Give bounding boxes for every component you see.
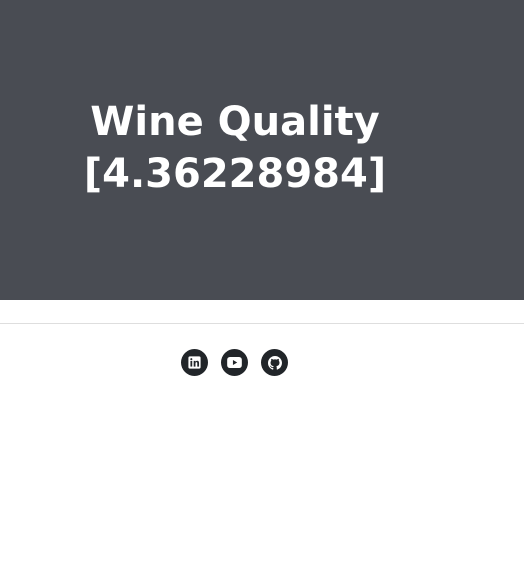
hero-banner: Wine Quality [4.36228984] bbox=[0, 0, 524, 300]
youtube-button[interactable] bbox=[221, 349, 248, 376]
social-links bbox=[181, 349, 288, 376]
footer-divider bbox=[0, 323, 524, 324]
linkedin-icon bbox=[188, 356, 201, 369]
youtube-icon bbox=[227, 357, 242, 368]
linkedin-button[interactable] bbox=[181, 349, 208, 376]
page-title: Wine Quality [4.36228984] bbox=[0, 96, 470, 200]
github-button[interactable] bbox=[261, 349, 288, 376]
page-title-line1: Wine Quality bbox=[90, 99, 380, 145]
github-icon bbox=[267, 355, 282, 370]
prediction-value: [4.36228984] bbox=[83, 151, 387, 197]
